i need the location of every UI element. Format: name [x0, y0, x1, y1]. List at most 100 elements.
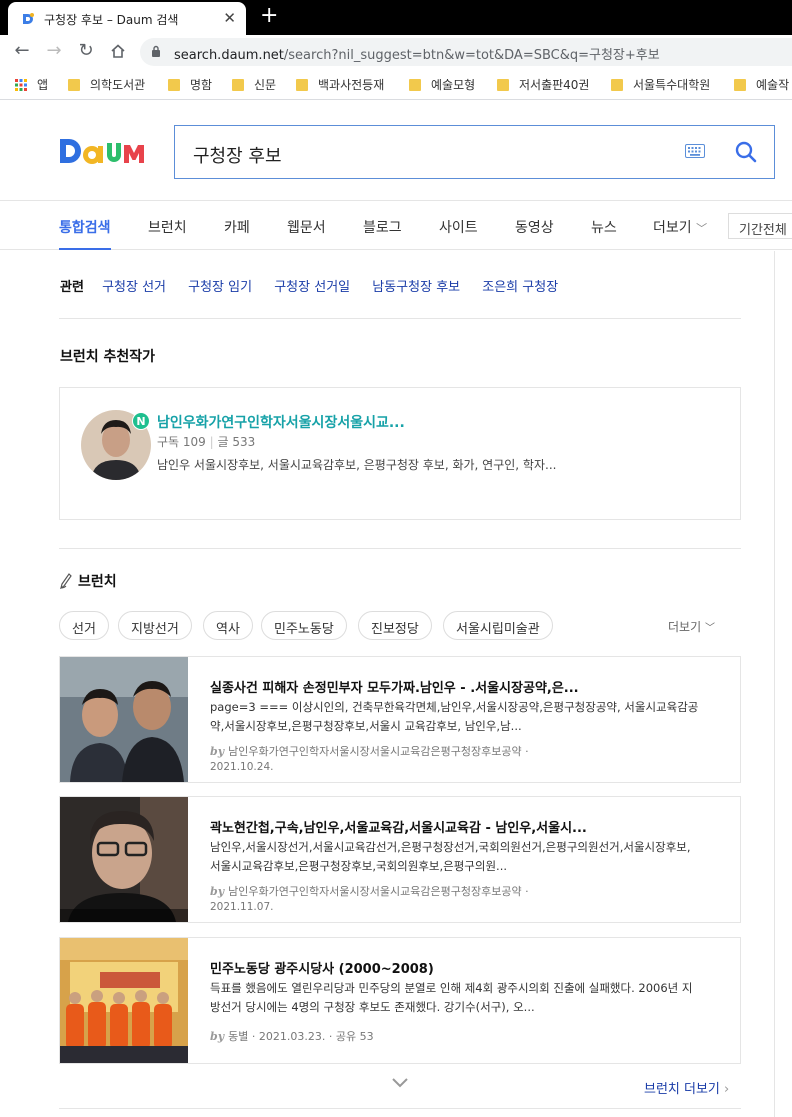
post-author-link[interactable]: 남인우화가연구인학자서울시장서울시교육감은평구청장후보공약: [228, 885, 521, 898]
folder-icon: [232, 79, 244, 91]
search-tabs: 통합검색 브런치 카페 웹문서 블로그 사이트 동영상 뉴스 더보기 ﹀ 기간전…: [0, 200, 792, 250]
by-label: by: [210, 745, 225, 758]
keyword-chip[interactable]: 민주노동당: [261, 611, 347, 640]
daum-logo[interactable]: [58, 135, 154, 171]
post-snippet: 남인우,서울시장선거,서울시교육감선거,은평구청장선거,국회의원선거,은평구의원…: [210, 840, 691, 873]
period-select[interactable]: 기간전체: [728, 213, 792, 239]
folder-icon: [611, 79, 623, 91]
close-tab-icon[interactable]: ✕: [223, 9, 236, 27]
author-description: 남인우 서울시장후보, 서울시교육감후보, 은평구청장 후보, 화가, 연구인,…: [157, 458, 557, 472]
divider: [59, 1108, 741, 1109]
post-author-link[interactable]: 동별: [228, 1030, 248, 1043]
brunch-more-link[interactable]: 브런치 더보기 ›: [644, 1078, 729, 1097]
search-box[interactable]: 구청장 후보: [174, 125, 775, 179]
keyword-chip[interactable]: 역사: [203, 611, 253, 640]
bookmark-label: 명함: [190, 78, 213, 92]
apps-grid-icon: [15, 79, 27, 91]
back-arrow-icon[interactable]: ←: [11, 40, 33, 62]
related-keyword-link[interactable]: 조은희 구청장: [482, 280, 558, 295]
related-keyword-link[interactable]: 구청장 임기: [188, 280, 252, 295]
reload-icon[interactable]: ↻: [75, 40, 97, 62]
post-title-link[interactable]: 실종사건 피해자 손정민부자 모두가짜.남인우 - .서울시장공약,은...: [210, 677, 730, 696]
bookmark-label: 서울특수대학원: [633, 78, 711, 92]
related-keyword-link[interactable]: 구청장 선거일: [274, 280, 350, 295]
tab-brunch[interactable]: 브런치: [148, 217, 187, 237]
keyword-chip[interactable]: 지방선거: [118, 611, 192, 640]
bookmark-folder[interactable]: 신문: [232, 76, 276, 93]
tab-cafe[interactable]: 카페: [224, 217, 250, 237]
bookmark-apps[interactable]: 앱: [15, 76, 48, 93]
url-host: search.daum.net: [174, 48, 284, 63]
tab-site[interactable]: 사이트: [439, 217, 478, 237]
chevron-down-icon[interactable]: [391, 1077, 409, 1089]
related-keyword-link[interactable]: 남동구청장 후보: [372, 280, 460, 295]
right-divider: [774, 251, 775, 1117]
url-path: /search?nil_suggest=btn&w=tot&DA=SBC&q=구…: [283, 48, 660, 63]
bookmark-label: 백과사전등재: [318, 78, 385, 92]
forward-arrow-icon[interactable]: →: [43, 40, 65, 62]
folder-icon: [734, 79, 746, 91]
list-item[interactable]: 민주노동당 광주시당사 (2000~2008) 득표를 했음에도 열린우리당과 …: [59, 937, 741, 1064]
tab-web[interactable]: 웹문서: [287, 217, 326, 237]
keyword-chip[interactable]: 선거: [59, 611, 109, 640]
bookmark-folder[interactable]: 서울특수대학원: [611, 76, 710, 93]
url-field[interactable]: search.daum.net/search?nil_suggest=btn&w…: [140, 38, 792, 66]
list-item[interactable]: 실종사건 피해자 손정민부자 모두가짜.남인우 - .서울시장공약,은... p…: [59, 656, 741, 783]
chevron-right-icon: ›: [724, 1082, 730, 1097]
post-snippet: page=3 === 이상시인의, 건축무한육각면체,남인우,서울시장공약,은평…: [210, 700, 699, 733]
bookmark-label: 예술모형: [431, 78, 476, 92]
keyboard-icon[interactable]: [685, 144, 705, 158]
author-name-link[interactable]: 남인우화가연구인학자서울시장서울시교...: [157, 412, 405, 432]
post-date: 2021.11.07.: [210, 901, 274, 913]
browser-tab[interactable]: 구청장 후보 – Daum 검색 ✕: [8, 2, 246, 35]
post-title-link[interactable]: 민주노동당 광주시당사 (2000~2008): [210, 958, 730, 977]
related-label: 관련: [60, 280, 84, 295]
author-stats: 구독 109 | 글 533: [157, 435, 256, 449]
chips-more-button[interactable]: 더보기 ﹀: [668, 618, 715, 635]
tab-more[interactable]: 더보기 ﹀: [653, 217, 707, 237]
new-badge: N: [132, 412, 150, 430]
keyword-chip[interactable]: 서울시립미술관: [443, 611, 553, 640]
tab-news[interactable]: 뉴스: [591, 217, 617, 237]
post-thumbnail[interactable]: [60, 657, 188, 782]
search-icon[interactable]: [735, 141, 757, 163]
tab-all[interactable]: 통합검색: [59, 217, 111, 237]
chevron-down-icon: ﹀: [696, 222, 708, 235]
post-author-link[interactable]: 남인우화가연구인학자서울시장서울시교육감은평구청장후보공약: [228, 745, 521, 758]
bookmark-folder[interactable]: 예술모형: [409, 76, 475, 93]
share-count: 공유 53: [335, 1030, 374, 1043]
folder-icon: [168, 79, 180, 91]
bookmark-label: 앱: [37, 78, 49, 92]
new-tab-icon[interactable]: +: [260, 4, 278, 28]
bookmark-folder[interactable]: 저서출판40권: [497, 76, 589, 93]
browser-tab-strip: 구청장 후보 – Daum 검색 ✕ +: [0, 0, 792, 35]
post-title-link[interactable]: 곽노현간첩,구속,남인우,서울교육감,서울시교육감 - 남인우,서울시...: [210, 817, 730, 836]
keyword-chip[interactable]: 진보정당: [358, 611, 432, 640]
tab-video[interactable]: 동영상: [515, 217, 554, 237]
list-item[interactable]: 곽노현간첩,구속,남인우,서울교육감,서울시교육감 - 남인우,서울시... 남…: [59, 796, 741, 923]
author-section-title: 브런치 추천작가: [60, 349, 156, 365]
bookmarks-bar: 앱 의학도서관 명함 신문 백과사전등재 예술모형 저서출판40권 서울특수대학…: [0, 68, 792, 100]
brunch-pen-icon: [60, 573, 72, 589]
home-icon[interactable]: [107, 40, 129, 62]
brunch-more-label: 브런치 더보기: [644, 1082, 720, 1097]
post-thumbnail[interactable]: [60, 797, 188, 922]
related-keywords: 관련 구청장 선거 구청장 임기 구청장 선거일 남동구청장 후보 조은희 구청…: [60, 276, 576, 295]
search-input[interactable]: 구청장 후보: [193, 142, 282, 168]
post-byline: by 남인우화가연구인학자서울시장서울시교육감은평구청장후보공약 ·: [210, 885, 529, 898]
post-byline: by 동별 · 2021.03.23. · 공유 53: [210, 1030, 374, 1043]
post-date: 2021.10.24.: [210, 761, 274, 773]
tab-blog[interactable]: 블로그: [363, 217, 402, 237]
bookmark-folder[interactable]: 예술작: [734, 76, 789, 93]
post-thumbnail[interactable]: [60, 938, 188, 1063]
post-byline: by 남인우화가연구인학자서울시장서울시교육감은평구청장후보공약 ·: [210, 745, 529, 758]
post-count: 글 533: [217, 435, 256, 449]
post-date: 2021.03.23.: [258, 1030, 326, 1043]
author-card[interactable]: N 남인우화가연구인학자서울시장서울시교... 구독 109 | 글 533 남…: [59, 387, 741, 520]
bookmark-folder[interactable]: 의학도서관: [68, 76, 145, 93]
chevron-down-icon: ﹀: [704, 623, 715, 634]
related-keyword-link[interactable]: 구청장 선거: [102, 280, 166, 295]
address-bar-row: ← → ↻ search.daum.net/search?nil_suggest…: [0, 35, 792, 68]
bookmark-folder[interactable]: 백과사전등재: [296, 76, 384, 93]
bookmark-folder[interactable]: 명함: [168, 76, 212, 93]
